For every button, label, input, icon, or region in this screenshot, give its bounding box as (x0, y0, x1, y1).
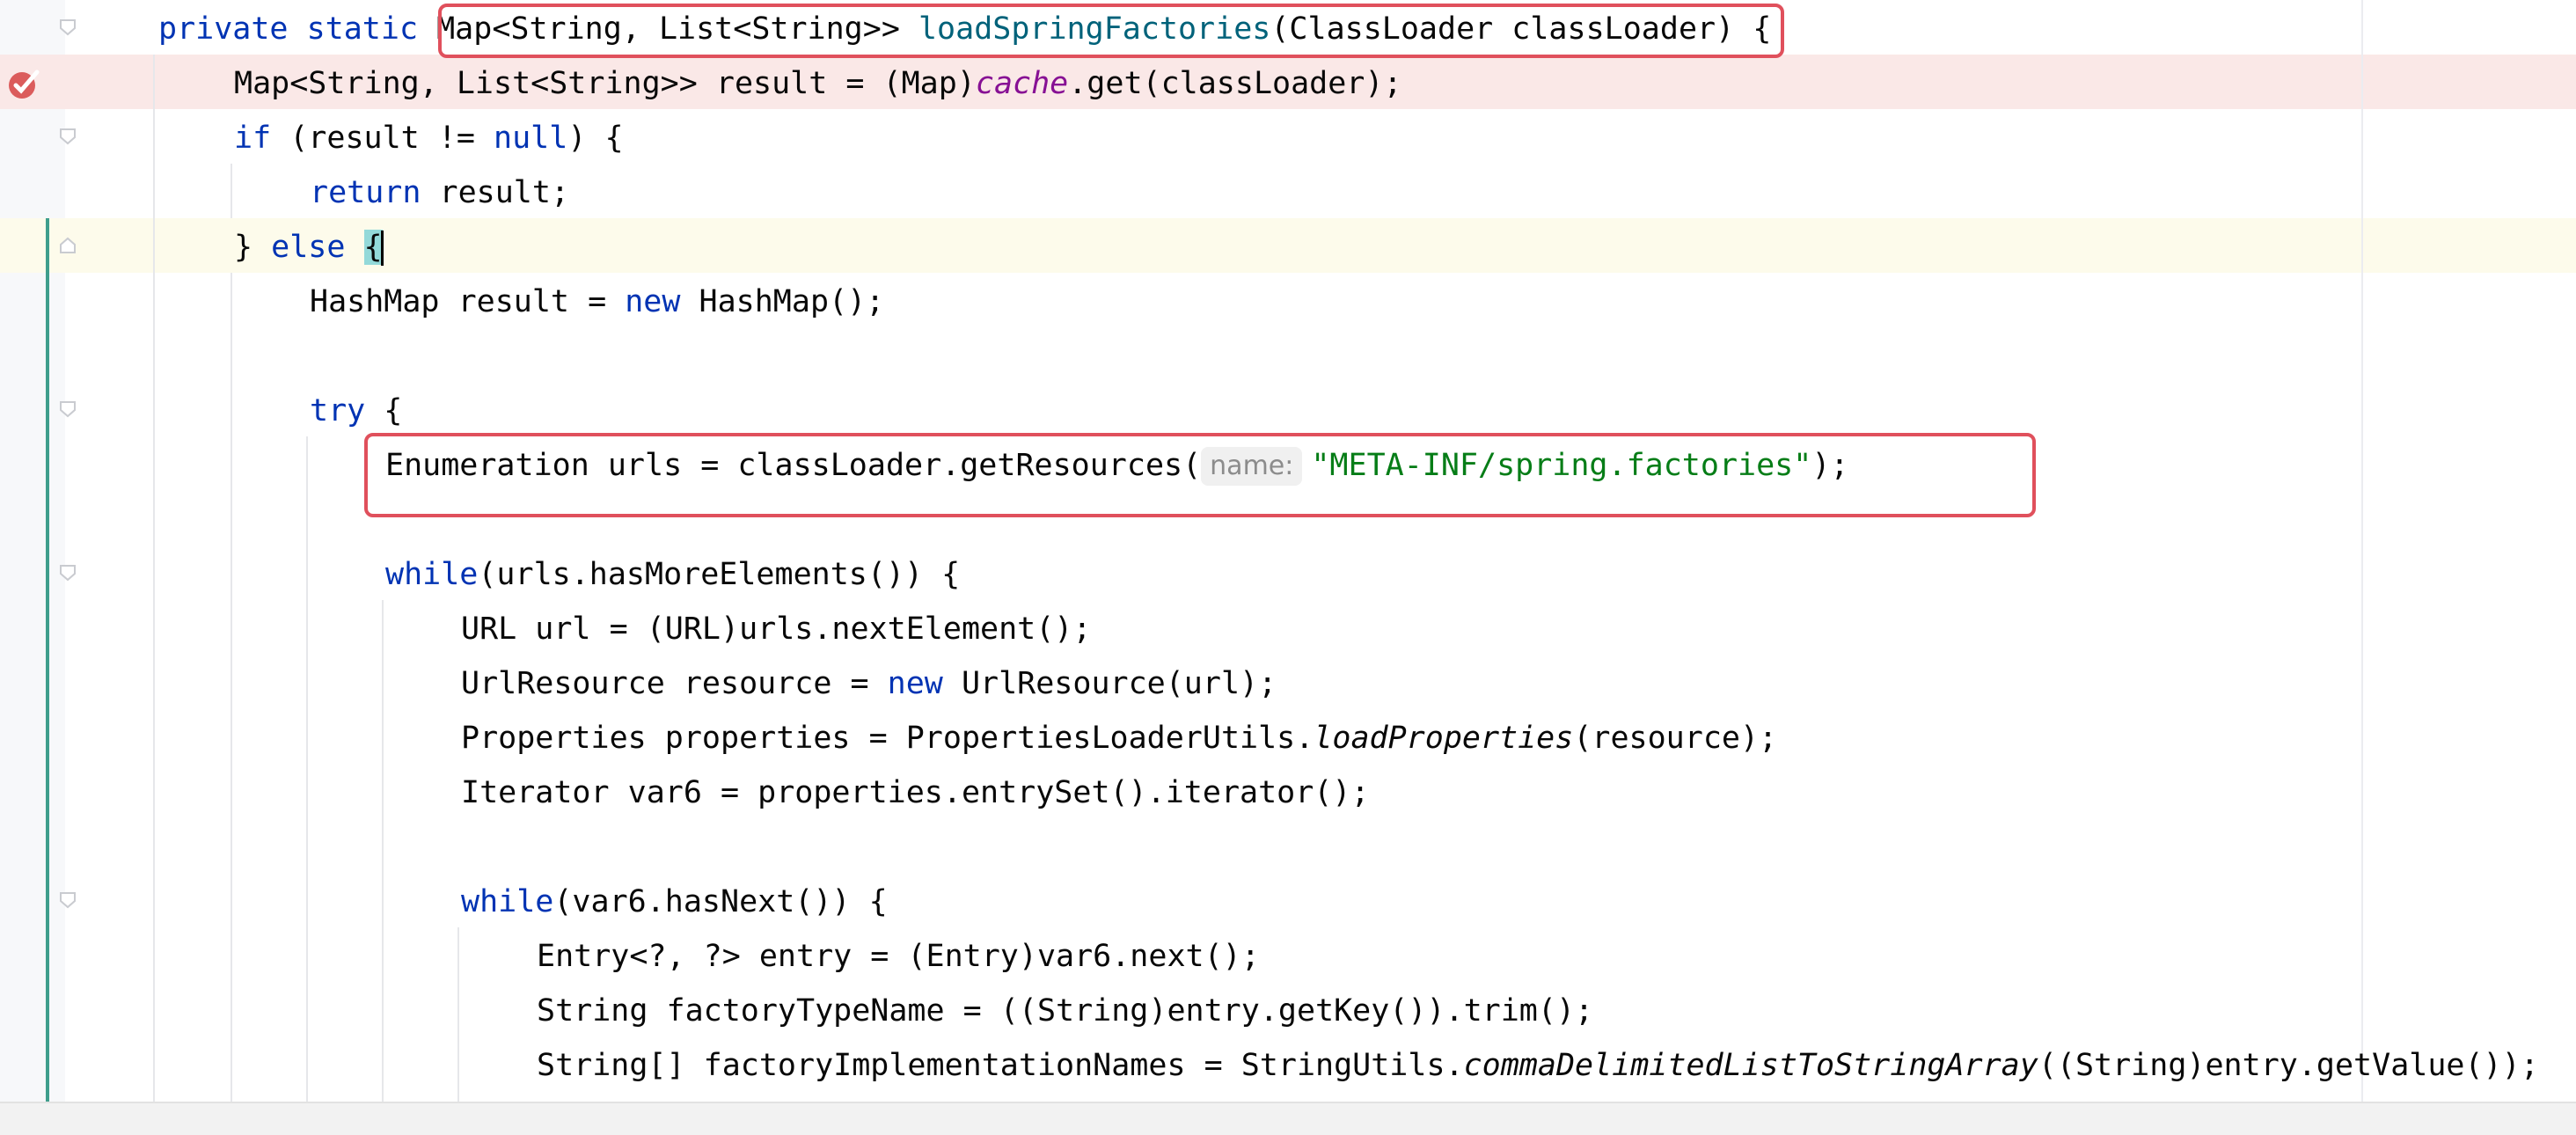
text-caret (380, 231, 384, 266)
code-line[interactable]: while(var6.hasNext()) { (461, 875, 888, 929)
code-line[interactable]: return result; (310, 165, 569, 220)
indent-guide (231, 164, 232, 218)
code-token: static (306, 11, 419, 47)
indent-guide (306, 436, 308, 1102)
code-token: else (271, 230, 346, 265)
code-line[interactable]: Entry<?, ?> entry = (Entry)var6.next(); (537, 929, 1260, 984)
code-line[interactable]: try { (310, 384, 402, 438)
code-token: ) { (567, 121, 624, 156)
code-line[interactable]: } else { (234, 220, 384, 275)
fold-icon[interactable] (58, 18, 77, 37)
code-token: (var6.hasNext()) { (553, 884, 888, 919)
code-token: null (494, 121, 568, 156)
code-token: .get(classLoader); (1068, 66, 1402, 101)
code-line[interactable]: UrlResource resource = new UrlResource(u… (461, 656, 1277, 711)
code-token: HashMap(); (680, 284, 885, 319)
code-token: Iterator var6 = properties.entrySet().it… (461, 775, 1370, 810)
changed-lines-marker (46, 218, 49, 1102)
code-token: UrlResource resource = (461, 666, 888, 701)
code-line[interactable]: Enumeration urls = classLoader.getResour… (385, 438, 1848, 493)
code-token: loadProperties (1314, 721, 1574, 756)
code-token: (urls.hasMoreElements()) { (478, 557, 961, 592)
indent-guide (153, 55, 155, 1102)
right-margin-guide (2361, 0, 2363, 1102)
code-token: new (625, 284, 681, 319)
indent-guide (457, 927, 459, 1102)
code-line[interactable]: String factoryTypeName = ((String)entry.… (537, 984, 1593, 1038)
code-line[interactable]: HashMap result = new HashMap(); (310, 275, 884, 329)
code-token: String[] factoryImplementationNames = St… (537, 1048, 1464, 1083)
code-token: while (461, 884, 554, 919)
fold-icon[interactable] (58, 890, 77, 910)
code-token: ((String)entry.getValue()); (2038, 1048, 2539, 1083)
code-line[interactable]: private static Map<String, List<String>>… (158, 2, 1771, 56)
code-line[interactable]: Iterator var6 = properties.entrySet().it… (461, 765, 1370, 820)
fold-end-icon[interactable] (58, 236, 77, 255)
parameter-name-hint: name: (1201, 447, 1303, 486)
code-token: try (310, 393, 366, 428)
code-token: Map<String, List<String>> (418, 11, 918, 47)
code-token: Entry<?, ?> entry = (Entry)var6.next(); (537, 939, 1260, 974)
code-token: String factoryTypeName = ((String)entry.… (537, 993, 1594, 1029)
code-token: ); (1811, 448, 1849, 483)
caret-line-highlight (0, 218, 2576, 273)
code-token: (ClassLoader classLoader) { (1270, 11, 1772, 47)
code-line[interactable]: String[] factoryImplementationNames = St… (537, 1038, 2539, 1093)
code-token: Map<String, List<String>> result = (Map) (234, 66, 976, 101)
code-token: "META-INF/spring.factories" (1311, 448, 1812, 483)
matched-brace: { (363, 230, 383, 265)
code-token: while (385, 557, 479, 592)
code-token: cache (975, 66, 1069, 101)
code-token: Enumeration urls = classLoader.getResour… (385, 448, 1202, 483)
code-token: new (887, 666, 943, 701)
fold-icon[interactable] (58, 127, 77, 146)
code-line[interactable]: while(urls.hasMoreElements()) { (385, 547, 960, 602)
indent-guide (382, 600, 384, 1102)
code-token: URL url = (URL)urls.nextElement(); (461, 611, 1092, 647)
code-line[interactable]: Properties properties = PropertiesLoader… (461, 711, 1777, 765)
code-token: return (310, 175, 421, 210)
code-token: (result != (271, 121, 494, 156)
code-token: private (158, 11, 289, 47)
code-editor[interactable]: private static Map<String, List<String>>… (0, 0, 2576, 1102)
code-token: result; (421, 175, 570, 210)
code-token: { (365, 393, 403, 428)
code-token: loadSpringFactories (918, 11, 1271, 47)
code-token: commaDelimitedListToStringArray (1463, 1048, 2038, 1083)
editor-gutter[interactable] (0, 0, 65, 1102)
fold-icon[interactable] (58, 563, 77, 582)
code-line[interactable]: Map<String, List<String>> result = (Map)… (234, 56, 1402, 111)
indent-guide (231, 273, 232, 1102)
code-token: UrlResource(url); (942, 666, 1277, 701)
breakpoint-icon[interactable] (7, 69, 40, 100)
code-token: if (234, 121, 272, 156)
code-line[interactable]: URL url = (URL)urls.nextElement(); (461, 602, 1091, 656)
code-token: Properties properties = PropertiesLoader… (461, 721, 1314, 756)
code-line[interactable]: if (result != null) { (234, 111, 624, 165)
code-token: } (234, 230, 272, 265)
code-token: (resource); (1573, 721, 1778, 756)
status-bar (0, 1102, 2576, 1135)
code-token: HashMap result = (310, 284, 626, 319)
fold-icon[interactable] (58, 399, 77, 419)
